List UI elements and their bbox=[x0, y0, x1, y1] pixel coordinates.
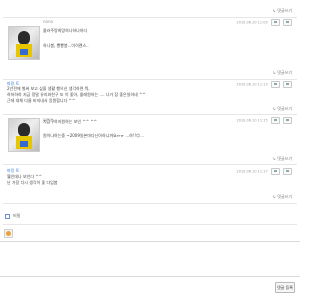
comment-meta: 2010.06.10 11:13 bbox=[236, 81, 292, 88]
comment-date: 2010.06.10 11:15 bbox=[236, 118, 268, 123]
avatar bbox=[8, 26, 40, 60]
reply-link[interactable]: ↳ 댓글쓰기 bbox=[273, 156, 292, 162]
comment-line: 근데 대체 다름 비지내서 응원합니다 ^^ bbox=[7, 98, 76, 103]
reply-link-top[interactable]: ↳ 댓글쓰기 bbox=[273, 8, 292, 14]
reply-icon[interactable] bbox=[270, 168, 280, 175]
emoticon-icon[interactable] bbox=[4, 229, 13, 238]
submit-button[interactable]: 댓글 등록 bbox=[275, 282, 295, 293]
divider bbox=[3, 114, 297, 115]
reply-icon[interactable] bbox=[270, 19, 280, 26]
reply-icon[interactable] bbox=[270, 81, 280, 88]
comment-meta: 2010.06.10 11:17 bbox=[236, 168, 292, 175]
reply-link[interactable]: ↳ 댓글쓰기 bbox=[273, 70, 292, 76]
comment-line: 하나봄, 뿅뿅봄...이히랜스.. bbox=[43, 43, 89, 48]
reply-link[interactable]: ↳ 댓글쓰기 bbox=[273, 106, 292, 112]
comment-meta: 2010.06.10 11:09 bbox=[236, 19, 292, 26]
reply-link[interactable]: ↳ 댓글쓰기 bbox=[273, 194, 292, 200]
comment-line: 원이나하는중 ~2009일본마다닌아하니까요ㅠㅠ ...하!!😊... bbox=[43, 133, 144, 138]
reply-icon[interactable] bbox=[270, 117, 280, 124]
comment-item: 파랑 토 2010.06.10 11:13 2년전에 벌써 보고 싶을 생활 했… bbox=[3, 80, 297, 106]
comment-date: 2010.06.10 11:13 bbox=[236, 82, 268, 87]
edit-icon[interactable] bbox=[283, 117, 292, 124]
edit-icon[interactable] bbox=[283, 19, 292, 26]
comment-line: 몰라주땅희망하나하나하다 bbox=[43, 28, 88, 33]
edit-icon[interactable] bbox=[283, 81, 292, 88]
comment-line: 지금구하자원하는 보인 ^^ ^^ bbox=[43, 119, 98, 124]
secret-label: 비밀 bbox=[13, 213, 21, 218]
comment-item: nana 2010.06.10 11:15 지금구하자원하는 보인 ^^ ^^ … bbox=[3, 116, 297, 162]
comment-date: 2010.06.10 11:17 bbox=[236, 169, 268, 174]
comment-line: 난 가장 다시 생각이 좋 다입봅 bbox=[7, 180, 58, 185]
secret-option[interactable]: 비밀 bbox=[5, 213, 20, 219]
secret-checkbox[interactable] bbox=[5, 213, 10, 219]
comment-date: 2010.06.10 11:09 bbox=[236, 20, 268, 25]
comment-item: 파랑 토 2010.06.10 11:17 뭘인데나 보인다 ^^ 난 가장 다… bbox=[3, 165, 297, 187]
comment-meta: 2010.06.10 11:15 bbox=[236, 117, 292, 124]
divider bbox=[3, 203, 297, 204]
avatar bbox=[8, 118, 40, 152]
comment-textarea[interactable] bbox=[0, 241, 300, 277]
comment-item: nana 2010.06.10 11:09 몰라주땅희망하나하나하다 하나봄, … bbox=[3, 18, 297, 68]
edit-icon[interactable] bbox=[283, 168, 292, 175]
divider bbox=[3, 224, 297, 225]
comment-author[interactable]: nana bbox=[43, 19, 53, 24]
